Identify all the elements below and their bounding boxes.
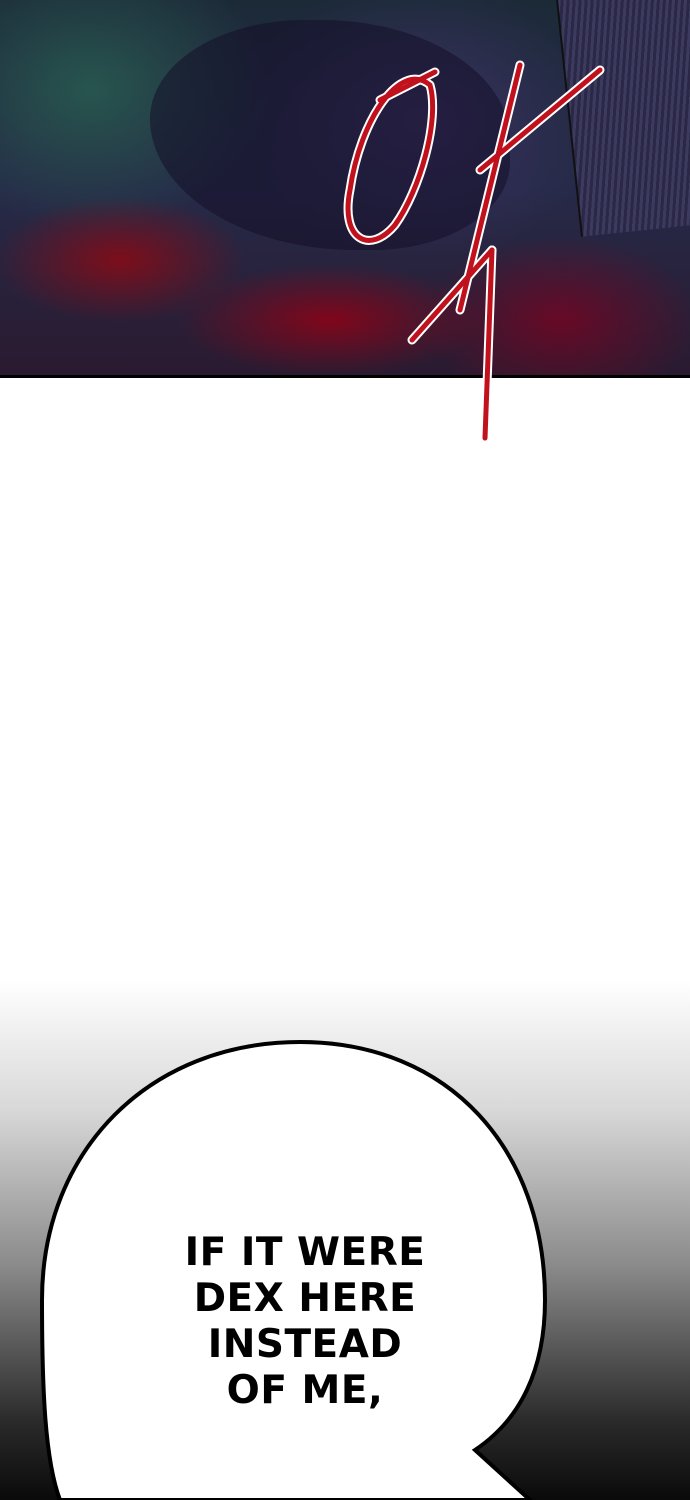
speech-bubble-text: IF IT WERE DEX HERE INSTEAD OF ME,: [110, 1230, 500, 1414]
dialogue-line-2: DEX HERE INSTEAD: [193, 1276, 417, 1367]
dialogue-line-3: OF ME,: [226, 1368, 384, 1413]
sfx-gasp-hangul: 아: [343, 60, 605, 443]
dialogue-line-1: IF IT WERE: [184, 1230, 426, 1275]
